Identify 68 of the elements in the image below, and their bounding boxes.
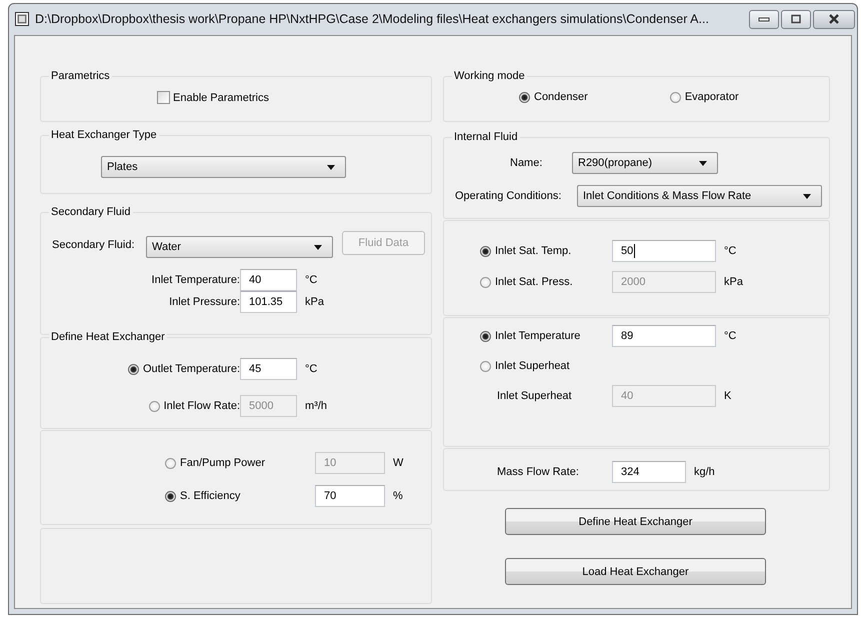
radio-label[interactable]: Inlet Sat. Press. — [495, 276, 573, 288]
group-title: Heat Exchanger Type — [49, 128, 159, 143]
radio-label[interactable]: Inlet Sat. Temp. — [495, 245, 572, 257]
radio-button[interactable] — [165, 458, 176, 468]
maximize-icon — [790, 14, 802, 24]
close-icon — [827, 14, 841, 24]
action-button[interactable]: Define Heat Exchanger — [505, 508, 766, 535]
conditions-dropdown[interactable]: Inlet Conditions & Mass Flow Rate — [577, 185, 822, 207]
unit-label: °C — [305, 363, 318, 375]
radio-label[interactable]: Inlet Flow Rate: — [164, 400, 240, 412]
radio-label[interactable]: Inlet Superheat — [495, 360, 570, 372]
input-field[interactable]: 89 — [612, 325, 716, 347]
radio-button[interactable] — [519, 92, 530, 102]
fluid-dropdown[interactable]: Water — [146, 236, 333, 258]
input-field[interactable]: 70 — [315, 485, 385, 507]
radio-label[interactable]: Fan/Pump Power — [180, 457, 265, 469]
group-title: Secondary Fluid — [49, 205, 132, 220]
field-label: Inlet Temperature: — [152, 274, 240, 286]
input-field[interactable]: 101.35 — [240, 291, 297, 313]
radio-button[interactable] — [148, 400, 160, 412]
close-button[interactable] — [813, 10, 855, 28]
unit-label: kPa — [305, 296, 324, 308]
input-field[interactable]: 45 — [240, 358, 297, 380]
radio-label[interactable]: Evaporator — [684, 91, 739, 103]
radio-button[interactable] — [480, 330, 491, 342]
unit-label: °C — [724, 245, 736, 257]
window-title: D:\Dropbox\Dropbox\thesis work\Propane HP\NxtHPG\Case 2\Modeling files\Heat exchangers simulations\Condenser A... — [35, 12, 710, 26]
minimize-button[interactable] — [749, 10, 779, 28]
field-label: Secondary Fluid: — [52, 239, 136, 251]
field-label: Operating Conditions: — [455, 190, 562, 202]
maximize-button[interactable] — [781, 10, 811, 28]
radio-label[interactable]: Inlet Temperature — [495, 330, 580, 342]
radio-button[interactable] — [480, 246, 491, 256]
radio-label[interactable]: Condenser — [534, 91, 588, 103]
caret-icon — [699, 160, 707, 166]
action-button[interactable]: Load Heat Exchanger — [505, 558, 766, 585]
minimize-icon — [758, 15, 770, 23]
field-label: Inlet Superheat — [496, 390, 572, 402]
input-field[interactable]: 324 — [612, 461, 686, 483]
radio-button[interactable] — [165, 490, 176, 502]
type-dropdown[interactable]: Plates — [101, 156, 346, 178]
app-icon — [15, 12, 29, 26]
caret-icon — [327, 164, 335, 170]
caret-icon — [314, 244, 322, 250]
unit-label: °C — [724, 330, 736, 342]
field-label: Name: — [510, 157, 544, 169]
field-label: Inlet Pressure: — [169, 296, 240, 308]
group-title: Define Heat Exchanger — [49, 330, 167, 345]
unit-label: kPa — [724, 276, 743, 288]
field-label: Mass Flow Rate: — [496, 466, 579, 478]
group-title: Working mode — [452, 69, 527, 84]
caret-icon — [803, 194, 811, 198]
unit-label: kg/h — [694, 466, 715, 478]
checkbox[interactable]: Enable Parametrics — [157, 91, 269, 104]
radio-button[interactable] — [670, 92, 681, 102]
unit-label: % — [393, 490, 403, 502]
radio-button[interactable] — [128, 364, 139, 374]
input-field[interactable]: 40 — [240, 269, 297, 291]
fluid-dropdown[interactable]: R290(propane) — [572, 152, 718, 174]
radio-label[interactable]: Outlet Temperature: — [142, 363, 240, 375]
unit-label: W — [393, 457, 404, 469]
unit-label: K — [724, 390, 732, 402]
unit-label: °C — [305, 274, 318, 286]
radio-button[interactable] — [480, 276, 491, 288]
input-field[interactable]: 50 — [612, 240, 716, 262]
radio-button[interactable] — [480, 360, 491, 372]
radio-label[interactable]: S. Efficiency — [180, 490, 240, 502]
unit-label: m³/h — [305, 400, 327, 412]
